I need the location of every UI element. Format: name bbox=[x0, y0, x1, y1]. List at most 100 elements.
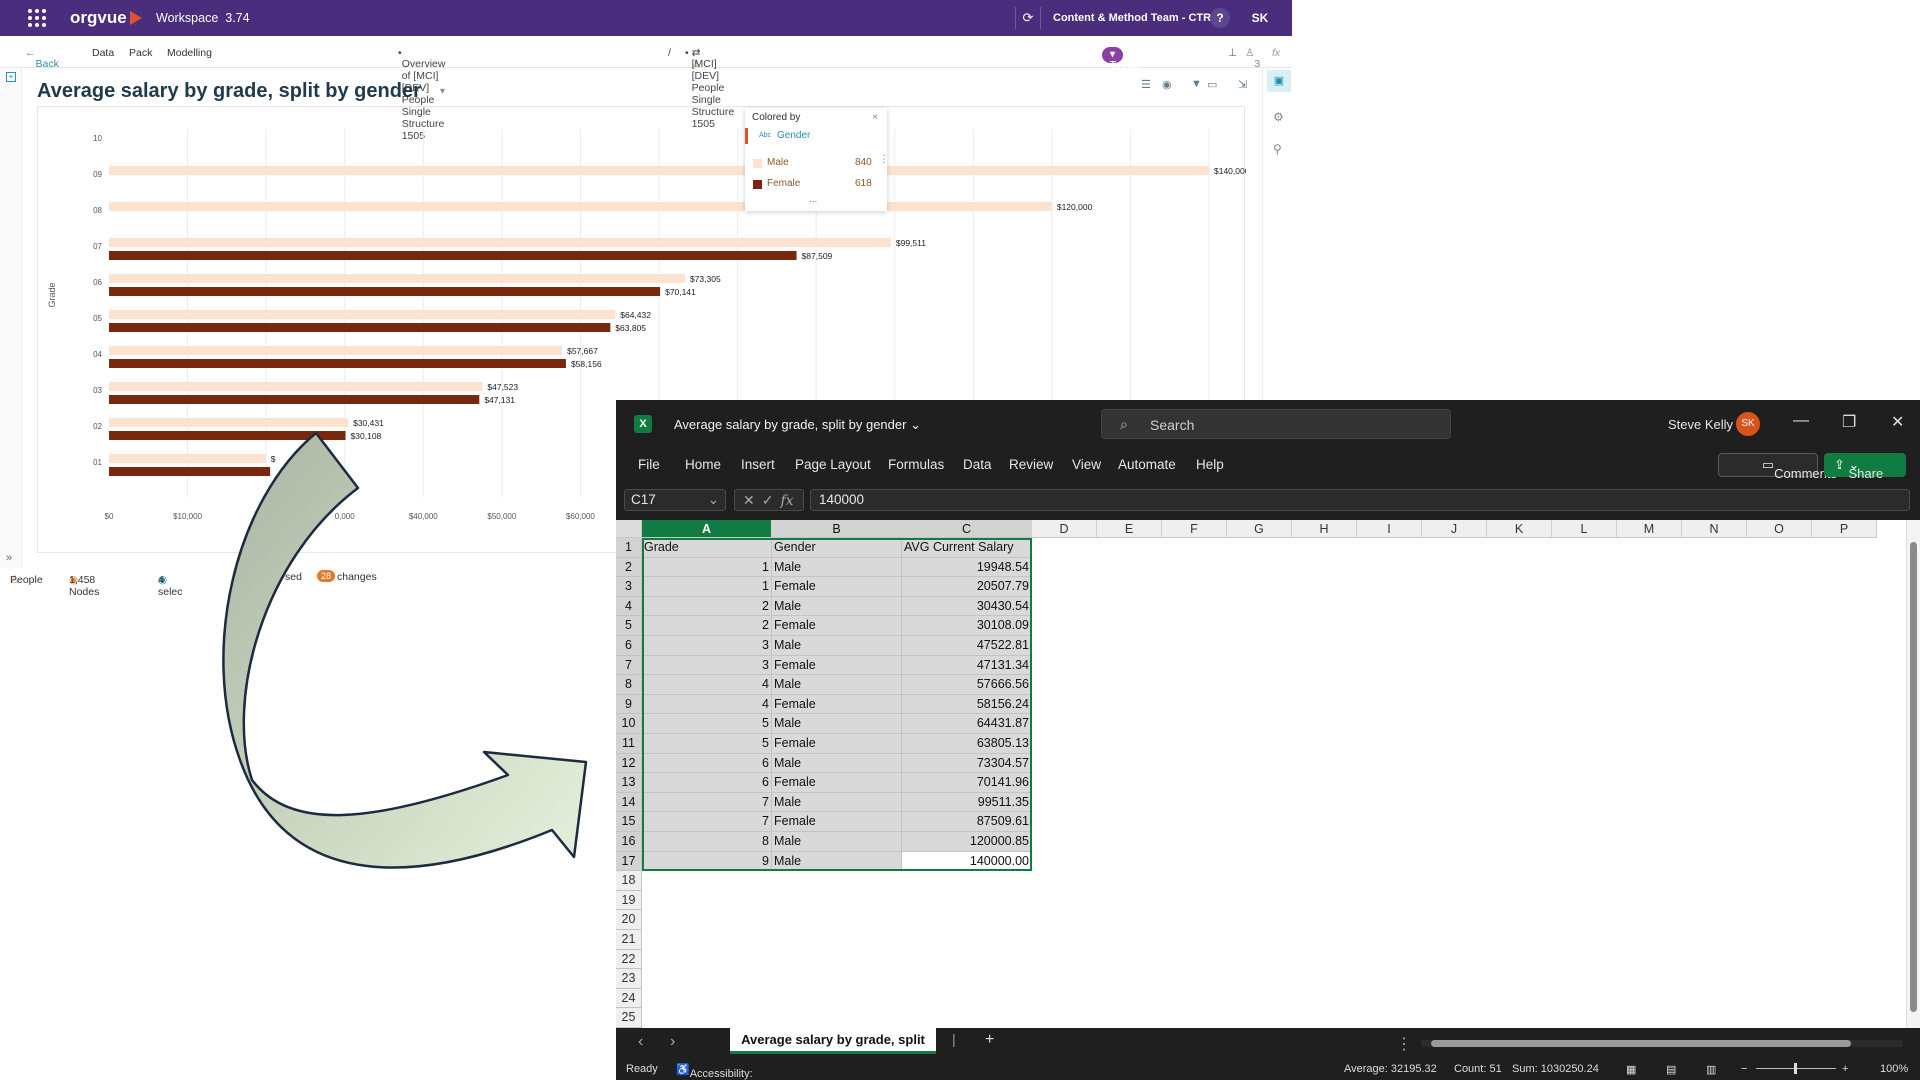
settings-icon[interactable]: ⚙ bbox=[1273, 110, 1284, 124]
column-header-j[interactable]: J bbox=[1422, 520, 1487, 538]
data-cell[interactable]: Female bbox=[772, 734, 902, 754]
user-menu-button[interactable]: SK bbox=[1248, 8, 1272, 28]
next-sheet-icon[interactable]: › bbox=[670, 1033, 675, 1051]
search-icon[interactable]: ⚲ bbox=[1273, 142, 1282, 156]
data-cell[interactable]: 4 bbox=[642, 675, 772, 695]
fx-icon[interactable]: fx bbox=[1272, 47, 1280, 59]
legend-label-female[interactable]: Female bbox=[767, 178, 800, 189]
chevron-down-icon[interactable]: ▾ bbox=[440, 86, 445, 97]
data-cell[interactable]: 7 bbox=[642, 792, 772, 813]
data-cell[interactable]: 3 bbox=[642, 655, 772, 676]
data-cell[interactable]: Male bbox=[772, 753, 902, 774]
tab-help[interactable]: Help bbox=[1196, 457, 1224, 472]
tools-view-dropdown[interactable]: Tools: Default view ▾ bbox=[1102, 47, 1144, 103]
row-header[interactable]: 7 bbox=[616, 655, 642, 676]
vertical-scroll-thumb[interactable] bbox=[1910, 542, 1917, 1012]
document-title[interactable]: Average salary by grade, split by gender… bbox=[674, 417, 921, 433]
data-cell[interactable]: Male bbox=[772, 851, 902, 872]
page-break-view-icon[interactable]: ▥ bbox=[1706, 1063, 1716, 1076]
tab-options-icon[interactable]: ⋮ bbox=[1396, 1034, 1412, 1054]
accessibility-status[interactable]: ♿ Accessibility: Unavailable bbox=[676, 1063, 753, 1080]
tab-page-layout[interactable]: Page Layout bbox=[795, 457, 871, 472]
row-header[interactable]: 20 bbox=[616, 910, 642, 930]
data-cell[interactable]: 58156.24 bbox=[902, 694, 1032, 715]
page-title[interactable]: Average salary by grade, split by gender bbox=[37, 80, 421, 103]
data-cell[interactable]: 9 bbox=[642, 851, 772, 872]
data-cell[interactable]: 47522.81 bbox=[902, 636, 1032, 656]
tab-automate[interactable]: Automate bbox=[1118, 457, 1176, 472]
breadcrumb-current[interactable]: • ♙ [MCI] [DEV] People Single Structure … bbox=[685, 47, 734, 130]
tab-data[interactable]: Data bbox=[963, 457, 992, 472]
column-header-o[interactable]: O bbox=[1747, 520, 1812, 538]
data-cell[interactable]: 8 bbox=[642, 832, 772, 852]
column-header-d[interactable]: D bbox=[1032, 520, 1097, 538]
sum-status[interactable]: Sum: 1030250.24 bbox=[1512, 1063, 1599, 1075]
user-name[interactable]: Steve Kelly bbox=[1668, 417, 1733, 432]
data-cell[interactable]: 5 bbox=[642, 734, 772, 754]
nav-pack[interactable]: Pack bbox=[129, 47, 152, 59]
row-header[interactable]: 13 bbox=[616, 773, 642, 793]
tab-review[interactable]: Review bbox=[1009, 457, 1053, 472]
data-cell[interactable]: 6 bbox=[642, 773, 772, 793]
column-header-b[interactable]: B bbox=[772, 520, 902, 538]
data-cell[interactable]: 4 bbox=[642, 694, 772, 715]
add-panel-icon[interactable]: + bbox=[6, 72, 16, 82]
data-cell[interactable]: 120000.85 bbox=[902, 832, 1032, 852]
zoom-slider-thumb[interactable] bbox=[1794, 1063, 1797, 1074]
data-cell[interactable]: 87509.61 bbox=[902, 812, 1032, 832]
data-cell[interactable]: Female bbox=[772, 616, 902, 636]
team-selector[interactable]: Content & Method Team - CTR bbox=[1053, 12, 1211, 24]
avatar[interactable]: SK bbox=[1736, 412, 1760, 436]
data-cell[interactable]: Male bbox=[772, 832, 902, 852]
column-header-m[interactable]: M bbox=[1617, 520, 1682, 538]
column-header-g[interactable]: G bbox=[1227, 520, 1292, 538]
add-sheet-button[interactable]: + bbox=[985, 1031, 994, 1049]
row-header[interactable]: 18 bbox=[616, 871, 642, 891]
workspace-label[interactable]: Workspace 3.74 bbox=[156, 11, 250, 25]
filter-icon[interactable]: ▼ bbox=[1191, 78, 1202, 90]
restore-icon[interactable]: ❐ bbox=[1842, 412, 1856, 432]
row-header[interactable]: 5 bbox=[616, 616, 642, 636]
row-header[interactable]: 19 bbox=[616, 890, 642, 911]
expand-panel-icon[interactable]: » bbox=[6, 552, 12, 564]
nav-modelling[interactable]: Modelling bbox=[167, 47, 212, 59]
legend-label-male[interactable]: Male bbox=[767, 157, 789, 168]
data-cell[interactable]: 19948.54 bbox=[902, 557, 1032, 578]
more-options-icon[interactable]: ⋮ bbox=[879, 154, 889, 165]
row-header[interactable]: 6 bbox=[616, 636, 642, 656]
formula-buttons[interactable]: ✕✓fx bbox=[734, 489, 804, 511]
row-header[interactable]: 4 bbox=[616, 596, 642, 617]
orgvue-logo[interactable]: orgvue bbox=[70, 8, 127, 28]
data-cell[interactable]: 47131.34 bbox=[902, 655, 1032, 676]
tab-formulas[interactable]: Formulas bbox=[888, 457, 944, 472]
tab-insert[interactable]: Insert bbox=[741, 457, 775, 472]
share-button[interactable]: ⇪ Share ⌄ bbox=[1824, 453, 1906, 481]
nav-data[interactable]: Data bbox=[92, 47, 114, 59]
minimize-icon[interactable]: — bbox=[1793, 412, 1809, 430]
column-header-k[interactable]: K bbox=[1487, 520, 1552, 538]
pin-icon[interactable]: ⊥ bbox=[1228, 47, 1237, 59]
data-cell[interactable]: 57666.56 bbox=[902, 675, 1032, 695]
close-icon[interactable]: × bbox=[872, 111, 878, 123]
worksheet-grid[interactable]: ABCDEFGHIJKLMNOP 1 2 3 4 5 6 7 8 9 10 11 12 13 14 15 16… bbox=[616, 520, 1920, 1028]
data-cell[interactable]: 99511.35 bbox=[902, 792, 1032, 813]
tab-file[interactable]: File bbox=[638, 457, 660, 472]
name-box[interactable]: C17 ⌄ bbox=[624, 489, 726, 511]
app-launcher-icon[interactable] bbox=[28, 9, 46, 27]
zoom-level[interactable]: 100% bbox=[1880, 1063, 1908, 1075]
data-cell[interactable]: 140000.00 bbox=[902, 851, 1032, 872]
row-header[interactable]: 21 bbox=[616, 930, 642, 950]
column-header-n[interactable]: N bbox=[1682, 520, 1747, 538]
row-header[interactable]: 23 bbox=[616, 969, 642, 989]
back-button[interactable]: ← Back bbox=[25, 47, 59, 70]
close-window-icon[interactable]: ✕ bbox=[1891, 412, 1904, 432]
comments-button[interactable]: ▭ Comments bbox=[1718, 453, 1837, 481]
horizontal-scroll-thumb[interactable] bbox=[1431, 1040, 1851, 1047]
header-cell[interactable]: Grade bbox=[642, 538, 772, 558]
color-icon[interactable]: ◉ bbox=[1162, 78, 1172, 91]
page-layout-view-icon[interactable]: ▤ bbox=[1666, 1063, 1676, 1076]
row-header[interactable]: 11 bbox=[616, 734, 642, 754]
data-cell[interactable]: 1 bbox=[642, 557, 772, 578]
count-status[interactable]: Count: 51 bbox=[1454, 1063, 1502, 1075]
row-header[interactable]: 2 bbox=[616, 557, 642, 578]
